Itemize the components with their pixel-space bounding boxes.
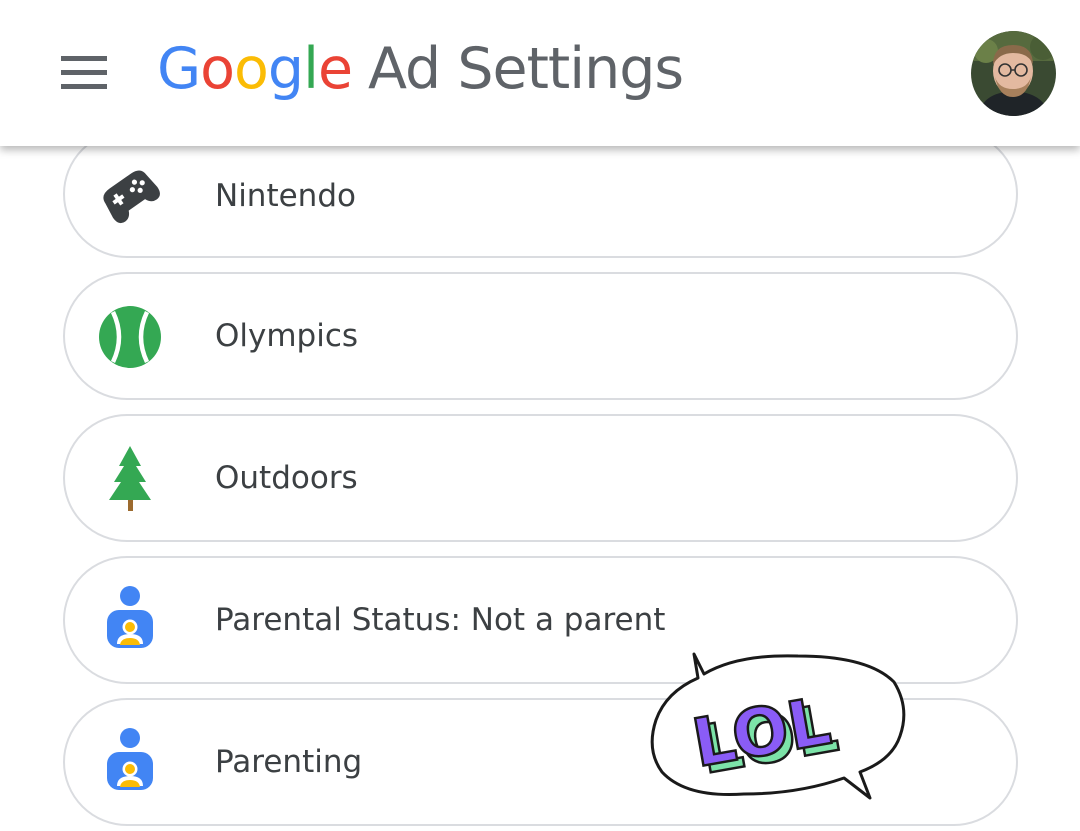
brand-product-name: Ad Settings bbox=[368, 36, 684, 102]
topic-card-nintendo[interactable]: Nintendo bbox=[63, 130, 1018, 258]
topic-card-olympics[interactable]: Olympics bbox=[63, 272, 1018, 400]
topic-card-outdoors[interactable]: Outdoors bbox=[63, 414, 1018, 542]
person-icon bbox=[95, 586, 165, 656]
brand-letter: l bbox=[303, 36, 319, 102]
topic-label: Olympics bbox=[215, 318, 359, 354]
topic-label: Parenting bbox=[215, 744, 363, 780]
topic-label: Parental Status: Not a parent bbox=[215, 602, 666, 638]
app-bar: G o o g l e Ad Settings bbox=[0, 0, 1080, 146]
brand-letter: G bbox=[157, 36, 201, 102]
hamburger-menu-icon[interactable] bbox=[55, 50, 113, 96]
person-icon bbox=[95, 728, 165, 798]
tennis-ball-icon bbox=[95, 302, 165, 372]
topic-label: Nintendo bbox=[215, 178, 356, 214]
user-avatar[interactable] bbox=[971, 31, 1056, 116]
brand-letter: o bbox=[200, 36, 235, 102]
google-ad-settings-logo[interactable]: G o o g l e Ad Settings bbox=[157, 36, 684, 116]
topic-label: Outdoors bbox=[215, 460, 358, 496]
lol-sticker: LOL LOL bbox=[648, 648, 910, 808]
brand-letter: g bbox=[267, 36, 304, 102]
brand-letter: o bbox=[234, 36, 269, 102]
tree-icon bbox=[95, 444, 165, 514]
gamepad-icon bbox=[95, 160, 165, 230]
brand-letter: e bbox=[317, 36, 353, 102]
